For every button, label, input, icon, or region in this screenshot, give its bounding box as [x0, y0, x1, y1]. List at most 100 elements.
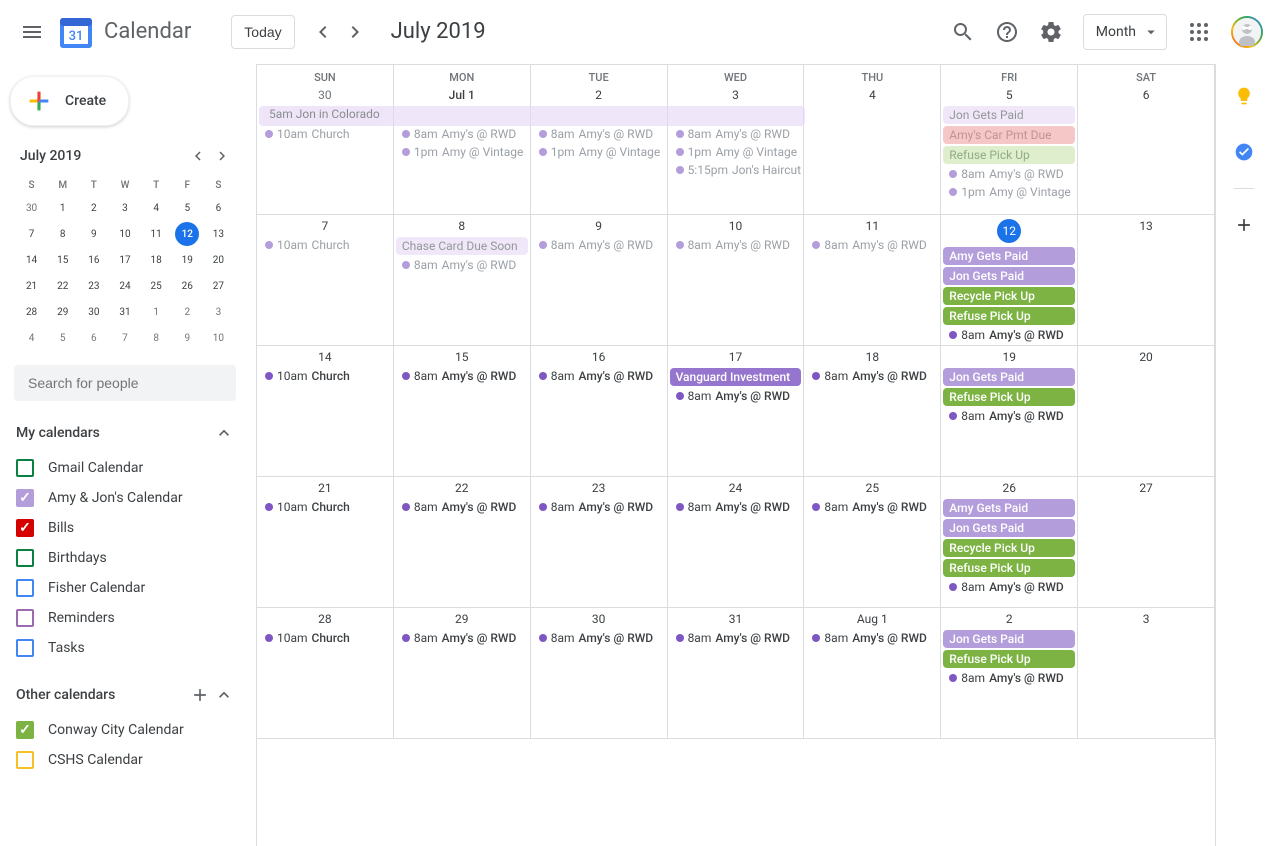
event[interactable]: 8am Amy's @ RWD [396, 368, 528, 384]
calendar-checkbox[interactable] [16, 751, 34, 769]
search-button[interactable] [943, 12, 983, 52]
calendar-checkbox[interactable] [16, 721, 34, 739]
day-number[interactable]: 28 [257, 610, 393, 630]
event[interactable]: 5:15pm Jon's Haircut [670, 162, 802, 178]
event[interactable]: 8am Amy's @ RWD [396, 630, 528, 646]
add-calendar-icon[interactable] [190, 685, 210, 705]
mini-day-cell[interactable]: 9 [82, 222, 106, 246]
event[interactable]: 8am Amy's @ RWD [943, 670, 1075, 686]
day-number[interactable]: 27 [1078, 479, 1214, 499]
day-number[interactable]: 26 [941, 479, 1077, 499]
mini-day-cell[interactable]: 21 [20, 274, 44, 298]
event[interactable]: 1pm Amy @ Vintage [396, 144, 528, 160]
day-number[interactable]: 11 [804, 217, 940, 237]
create-button[interactable]: Create [10, 76, 129, 126]
mini-day-cell[interactable]: 20 [206, 248, 230, 272]
mini-day-cell[interactable]: 5 [175, 196, 199, 220]
calendar-list-item[interactable]: Birthdays [14, 543, 236, 573]
day-cell[interactable]: 5Jon Gets PaidAmy's Car Pmt DueRefuse Pi… [941, 84, 1078, 214]
event[interactable]: 8am Amy's @ RWD [396, 499, 528, 515]
mini-day-cell[interactable]: 2 [175, 300, 199, 324]
event[interactable]: 8am Amy's @ RWD [806, 499, 938, 515]
day-number[interactable]: 16 [531, 348, 667, 368]
mini-day-cell[interactable]: 1 [144, 300, 168, 324]
help-button[interactable] [987, 12, 1027, 52]
day-number[interactable]: 21 [257, 479, 393, 499]
google-apps-button[interactable] [1179, 12, 1219, 52]
event[interactable]: 8am Amy's @ RWD [533, 499, 665, 515]
event[interactable]: Recycle Pick Up [943, 539, 1075, 557]
event[interactable]: 10am Church [259, 237, 391, 253]
day-cell[interactable]: 168am Amy's @ RWD [531, 346, 668, 476]
day-number[interactable]: 15 [394, 348, 530, 368]
event[interactable]: 8am Amy's @ RWD [396, 257, 528, 273]
mini-day-cell[interactable]: 7 [113, 326, 137, 350]
day-cell[interactable]: 4 [804, 84, 941, 214]
calendar-list-item[interactable]: Bills [14, 513, 236, 543]
day-number[interactable]: 14 [257, 348, 393, 368]
account-avatar[interactable] [1231, 16, 1263, 48]
day-number[interactable]: 8 [394, 217, 530, 237]
mini-day-cell[interactable]: 30 [20, 196, 44, 220]
day-number[interactable]: 5 [941, 86, 1077, 106]
mini-day-cell[interactable]: 18 [144, 248, 168, 272]
event[interactable]: 10am Church [259, 630, 391, 646]
mini-day-cell[interactable]: 12 [175, 222, 199, 246]
other-calendars-toggle[interactable]: Other calendars [14, 681, 236, 709]
event[interactable]: 1pm Amy @ Vintage [670, 144, 802, 160]
event[interactable]: 8am Amy's @ RWD [670, 237, 802, 253]
day-cell[interactable]: 118am Amy's @ RWD [804, 215, 941, 345]
mini-day-cell[interactable]: 2 [82, 196, 106, 220]
mini-day-cell[interactable]: 10 [206, 326, 230, 350]
day-cell[interactable]: 13 [1078, 215, 1215, 345]
menu-button[interactable] [8, 8, 56, 56]
event[interactable]: 8am Amy's @ RWD [670, 630, 802, 646]
mini-day-cell[interactable]: 6 [206, 196, 230, 220]
day-cell[interactable]: 258am Amy's @ RWD [804, 477, 941, 607]
mini-day-cell[interactable]: 28 [20, 300, 44, 324]
day-number[interactable]: 20 [1078, 348, 1214, 368]
event[interactable]: 8am Amy's @ RWD [806, 237, 938, 253]
day-cell[interactable]: 188am Amy's @ RWD [804, 346, 941, 476]
day-cell[interactable]: 19Jon Gets PaidRefuse Pick Up8am Amy's @… [941, 346, 1078, 476]
mini-day-cell[interactable]: 17 [113, 248, 137, 272]
day-number[interactable]: 18 [804, 348, 940, 368]
mini-day-cell[interactable]: 1 [51, 196, 75, 220]
calendar-list-item[interactable]: CSHS Calendar [14, 745, 236, 775]
mini-day-cell[interactable]: 25 [144, 274, 168, 298]
day-cell[interactable]: 28am Amy's @ RWD1pm Amy @ Vintage [531, 84, 668, 214]
event[interactable]: 8am Amy's @ RWD [670, 499, 802, 515]
mini-day-cell[interactable]: 16 [82, 248, 106, 272]
calendar-list-item[interactable]: Gmail Calendar [14, 453, 236, 483]
mini-day-cell[interactable]: 13 [206, 222, 230, 246]
calendar-list-item[interactable]: Amy & Jon's Calendar [14, 483, 236, 513]
event[interactable]: 1pm Amy @ Vintage [533, 144, 665, 160]
day-cell[interactable]: 2110am Church [257, 477, 394, 607]
calendar-checkbox[interactable] [16, 639, 34, 657]
event[interactable]: Recycle Pick Up [943, 287, 1075, 305]
event[interactable]: Jon Gets Paid [943, 630, 1075, 648]
day-number[interactable]: 17 [668, 348, 804, 368]
calendar-list-item[interactable]: Tasks [14, 633, 236, 663]
mini-day-cell[interactable]: 23 [82, 274, 106, 298]
tasks-button[interactable] [1224, 132, 1264, 172]
event[interactable]: 8am Amy's @ RWD [533, 237, 665, 253]
day-cell[interactable]: 38am Amy's @ RWD1pm Amy @ Vintage5:15pm … [668, 84, 805, 214]
day-number[interactable]: 24 [668, 479, 804, 499]
mini-day-cell[interactable]: 26 [175, 274, 199, 298]
calendar-checkbox[interactable] [16, 579, 34, 597]
calendar-list-item[interactable]: Conway City Calendar [14, 715, 236, 745]
next-month-button[interactable] [339, 16, 371, 48]
day-cell[interactable]: 308am Amy's @ RWD [531, 608, 668, 738]
day-cell[interactable]: 158am Amy's @ RWD [394, 346, 531, 476]
event[interactable]: Amy Gets Paid [943, 247, 1075, 265]
day-number[interactable]: 4 [804, 86, 940, 106]
event[interactable]: Amy Gets Paid [943, 499, 1075, 517]
search-people-input[interactable] [14, 365, 236, 401]
mini-day-cell[interactable]: 14 [20, 248, 44, 272]
mini-day-cell[interactable]: 5 [51, 326, 75, 350]
event[interactable]: Refuse Pick Up [943, 559, 1075, 577]
event[interactable]: 1pm Amy @ Vintage [943, 184, 1075, 200]
event[interactable]: 8am Amy's @ RWD [806, 630, 938, 646]
settings-button[interactable] [1031, 12, 1071, 52]
